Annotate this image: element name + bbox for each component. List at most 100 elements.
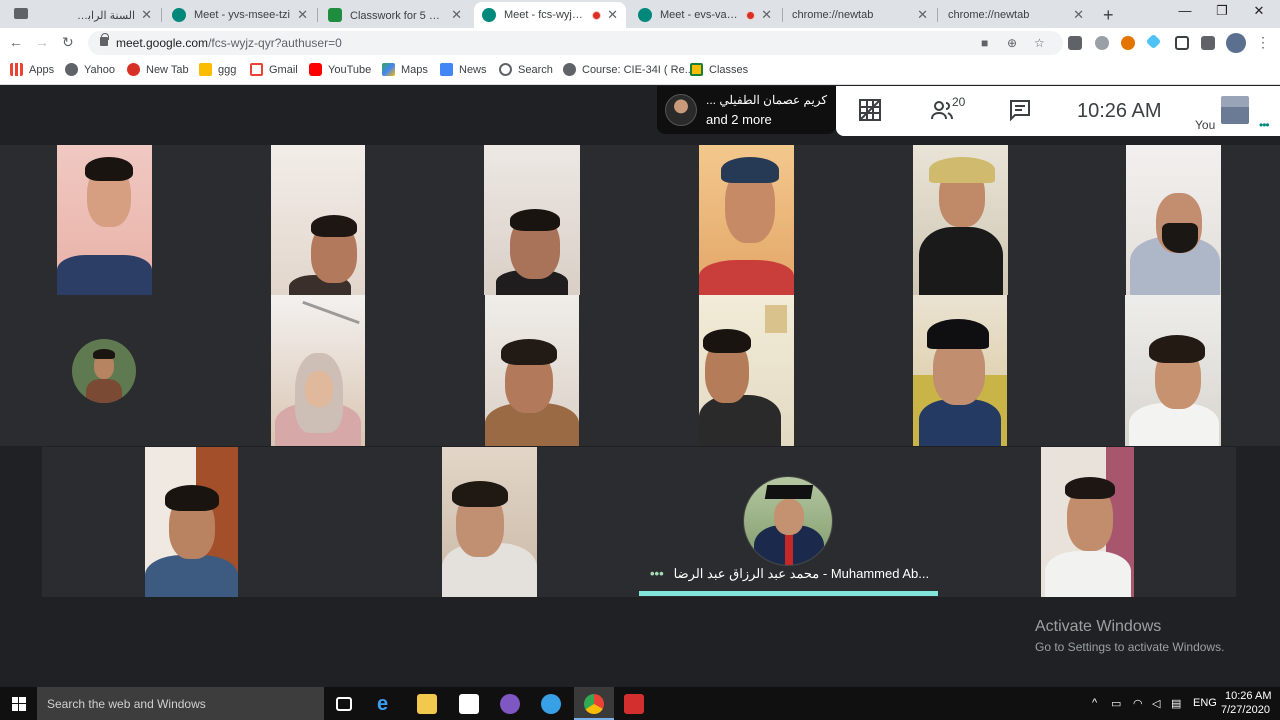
- participant-video-tile[interactable]: [1126, 145, 1221, 295]
- taskbar-search-box[interactable]: Search the web and Windows: [37, 687, 324, 720]
- task-view-icon[interactable]: [336, 697, 352, 711]
- close-icon[interactable]: ✕: [297, 7, 308, 23]
- people-icon[interactable]: [930, 98, 954, 128]
- tab-title: Classwork for 5 قاعة -: [350, 9, 445, 22]
- featured-more-icon[interactable]: •••: [650, 566, 664, 581]
- tab-title: السنة الرابعة -قاعة 1: [72, 9, 136, 22]
- file-explorer-icon[interactable]: [417, 694, 437, 714]
- reload-icon[interactable]: ↻: [62, 34, 74, 51]
- participant-video-tile[interactable]: [271, 145, 365, 295]
- participant-video-tile[interactable]: [699, 145, 794, 295]
- recording-icon: [592, 10, 602, 20]
- volume-icon[interactable]: ◁: [1152, 697, 1160, 710]
- bookmark-ggg[interactable]: ggg: [199, 63, 236, 76]
- participant-video-tile[interactable]: [484, 145, 580, 295]
- bookmark-apps[interactable]: Apps: [10, 63, 54, 76]
- extension-icon[interactable]: [1121, 36, 1135, 50]
- lock-icon: [100, 33, 109, 46]
- bookmark-label: Apps: [29, 63, 55, 76]
- camera-icon[interactable]: ■: [981, 36, 988, 50]
- participant-video-tile[interactable]: [442, 447, 537, 597]
- extension-icon[interactable]: [1145, 33, 1162, 50]
- tab-meet-yvs[interactable]: Meet - yvs-msee-tzi ✕: [164, 2, 316, 28]
- forward-icon[interactable]: →: [35, 34, 49, 50]
- presenter-avatar: [665, 94, 697, 126]
- bookmark-news[interactable]: News: [440, 63, 487, 76]
- telegram-icon[interactable]: [541, 694, 561, 714]
- tab-newtab-1[interactable]: chrome://newtab ✕: [784, 2, 936, 28]
- back-icon[interactable]: ←: [9, 34, 23, 50]
- star-icon[interactable]: ☆: [1034, 36, 1045, 50]
- tab-meet-fcs-active[interactable]: Meet - fcs-wyjz-qy ✕: [474, 2, 626, 28]
- participant-video-tile[interactable]: [699, 295, 794, 446]
- bookmark-new-tab[interactable]: New Tab: [127, 63, 189, 76]
- zoom-icon[interactable]: ⊕: [1007, 36, 1017, 50]
- new-tab-button[interactable]: +: [1103, 5, 1114, 26]
- tab-classwork[interactable]: Classwork for 5 قاعة - ✕: [320, 2, 470, 28]
- layout-grid-icon[interactable]: [858, 98, 882, 128]
- url-text: meet.google.com/fcs-wyjz-qyr?authuser=0: [116, 36, 342, 50]
- extension-icon[interactable]: [1095, 36, 1109, 50]
- viber-icon[interactable]: [500, 694, 520, 714]
- battery-icon[interactable]: ▭: [1111, 697, 1121, 710]
- participant-video-tile[interactable]: [145, 447, 238, 597]
- language-indicator[interactable]: ENG: [1193, 697, 1217, 709]
- participant-video-tile[interactable]: [271, 295, 365, 446]
- tab-title: Meet - evs-vamw-: [660, 9, 743, 21]
- wifi-icon[interactable]: ◠: [1133, 697, 1143, 710]
- close-icon[interactable]: ✕: [451, 7, 462, 23]
- youtube-icon: [309, 63, 322, 76]
- edge-icon[interactable]: e: [377, 694, 397, 714]
- acrobat-icon[interactable]: [624, 694, 644, 714]
- participant-video-tile[interactable]: [913, 295, 1007, 446]
- participant-video-tile[interactable]: [485, 295, 579, 446]
- participant-video-tile[interactable]: [57, 145, 152, 295]
- browser-toolbar: ← → ↻ meet.google.com/fcs-wyjz-qyr?authu…: [0, 28, 1280, 58]
- globe-icon: [65, 63, 78, 76]
- tab-classroom-1[interactable]: السنة الرابعة -قاعة 1 ✕: [42, 2, 160, 28]
- presenting-chip[interactable]: كريم عصمان الطفيلي ... and 2 more: [657, 86, 836, 134]
- bookmark-maps[interactable]: Maps: [382, 63, 428, 76]
- news-icon: [440, 63, 453, 76]
- tab-newtab-2[interactable]: chrome://newtab ✕: [940, 2, 1092, 28]
- extension-cast-icon[interactable]: [1068, 36, 1082, 50]
- close-icon[interactable]: ✕: [141, 7, 152, 23]
- close-icon[interactable]: ✕: [1073, 7, 1084, 23]
- store-icon[interactable]: [459, 694, 479, 714]
- presenter-more-text: and 2 more: [706, 112, 772, 127]
- self-view-thumbnail[interactable]: [1221, 96, 1249, 124]
- participant-video-tile[interactable]: [1041, 447, 1134, 597]
- close-icon[interactable]: ✕: [761, 7, 772, 23]
- bookmark-yahoo[interactable]: Yahoo: [65, 63, 115, 76]
- bookmark-classes[interactable]: Classes: [690, 63, 748, 76]
- puzzle-icon[interactable]: [1201, 36, 1215, 50]
- close-icon[interactable]: ✕: [607, 7, 618, 23]
- meet-icon: [482, 8, 496, 22]
- windows-taskbar: Search the web and Windows e ^ ▭ ◠ ◁ ▤ E…: [0, 687, 1280, 720]
- bookmark-youtube[interactable]: YouTube: [309, 63, 371, 76]
- participant-video-tile[interactable]: [1125, 295, 1221, 446]
- profile-avatar[interactable]: [1226, 33, 1246, 53]
- taskbar-clock-time[interactable]: 10:26 AM: [1225, 690, 1271, 702]
- chat-icon[interactable]: [1008, 98, 1032, 128]
- tab-meet-evs[interactable]: Meet - evs-vamw- ✕: [630, 2, 780, 28]
- bookmark-search[interactable]: Search: [499, 63, 553, 76]
- participant-avatar[interactable]: [72, 339, 136, 403]
- self-more-icon[interactable]: •••: [1259, 118, 1270, 132]
- bookmark-gmail[interactable]: Gmail: [250, 63, 298, 76]
- bookmark-course[interactable]: Course: CIE-34I ( Re...: [563, 63, 694, 76]
- featured-participant-avatar[interactable]: [743, 476, 833, 566]
- activate-windows-title: Activate Windows: [1035, 618, 1162, 635]
- start-button[interactable]: [0, 687, 37, 720]
- more-vert-icon[interactable]: ⋮: [1256, 34, 1270, 51]
- close-icon[interactable]: ✕: [917, 7, 928, 23]
- bookmark-label: ggg: [218, 63, 237, 76]
- action-center-icon[interactable]: ▤: [1171, 697, 1181, 710]
- window-close-button[interactable]: ✕: [1236, 3, 1280, 19]
- address-bar[interactable]: meet.google.com/fcs-wyjz-qyr?authuser=0 …: [88, 31, 1063, 55]
- taskbar-clock-date[interactable]: 7/27/2020: [1221, 704, 1270, 716]
- tray-chevron-icon[interactable]: ^: [1092, 697, 1097, 709]
- grid-extension-icon[interactable]: [1175, 36, 1189, 50]
- tab-search-icon[interactable]: [14, 8, 28, 19]
- participant-video-tile[interactable]: [913, 145, 1008, 295]
